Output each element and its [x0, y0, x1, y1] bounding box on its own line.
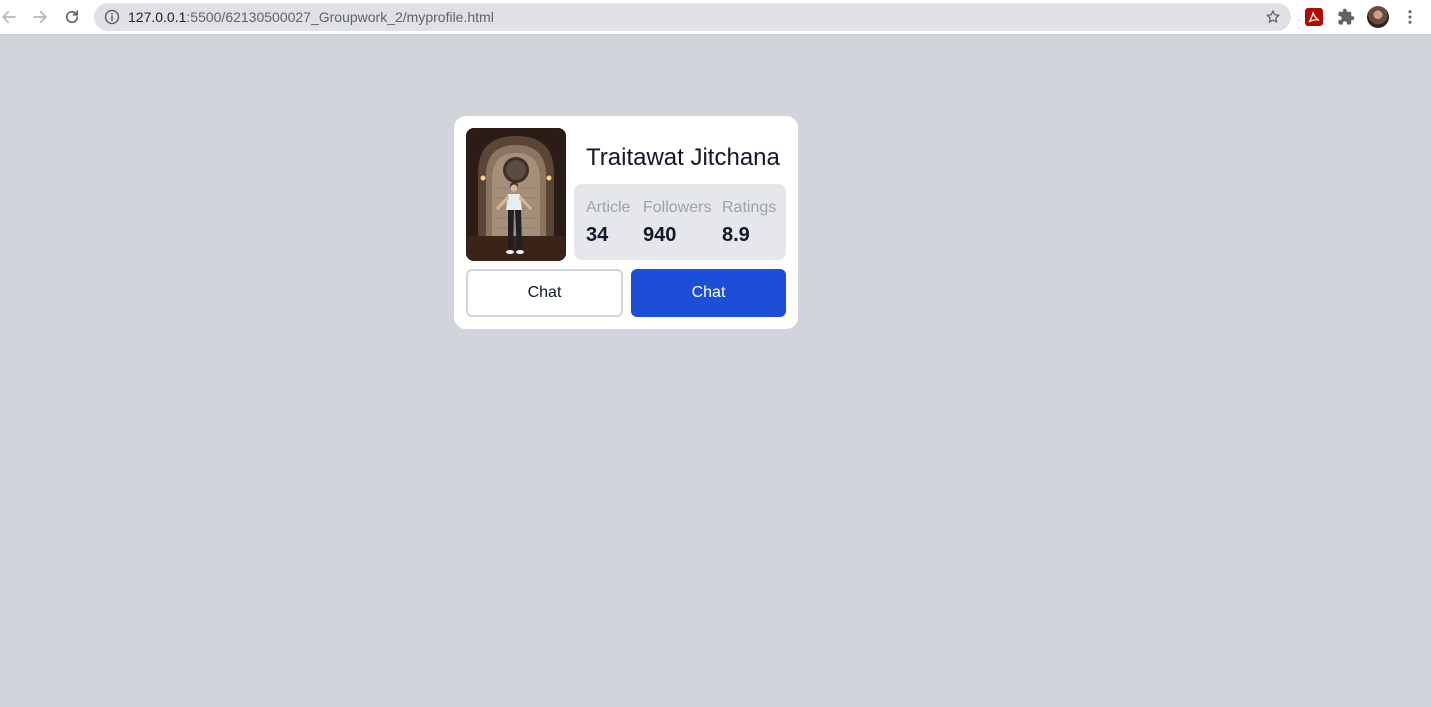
- stat-label: Followers: [643, 199, 712, 216]
- stat-value: 940: [643, 224, 677, 246]
- stat-value: 8.9: [722, 224, 750, 246]
- address-bar[interactable]: 127.0.0.1:5500/62130500027_Groupwork_2/m…: [94, 3, 1291, 31]
- url-path: :5500/62130500027_Groupwork_2/myprofile.…: [186, 9, 494, 25]
- stat-ratings: Ratings 8.9: [722, 198, 776, 247]
- url-host: 127.0.0.1: [128, 9, 187, 25]
- puzzle-icon: [1338, 8, 1355, 25]
- browser-toolbar: 127.0.0.1:5500/62130500027_Groupwork_2/m…: [0, 0, 1431, 35]
- arrow-left-icon: [2, 10, 16, 24]
- profile-stats: Article 34 Followers 940 Ratings 8.9: [574, 184, 786, 260]
- stat-value: 34: [586, 224, 609, 246]
- stat-article: Article 34: [586, 198, 630, 247]
- chat-button-primary[interactable]: Chat: [631, 269, 786, 317]
- pdf-extension-button[interactable]: [1305, 8, 1323, 26]
- kebab-menu-icon: [1408, 10, 1412, 24]
- extensions-button[interactable]: [1337, 8, 1355, 26]
- profile-name: Traitawat Jitchana: [586, 144, 780, 171]
- reload-icon: [65, 10, 79, 24]
- back-button[interactable]: [0, 5, 21, 29]
- profile-photo: [466, 128, 566, 261]
- info-icon[interactable]: [104, 9, 120, 25]
- forward-button[interactable]: [28, 5, 52, 29]
- profile-photo-image: [466, 128, 566, 261]
- stat-followers: Followers 940: [643, 198, 711, 247]
- stat-label: Ratings: [722, 199, 777, 216]
- chat-button-secondary[interactable]: Chat: [466, 269, 623, 317]
- url-text[interactable]: 127.0.0.1:5500/62130500027_Groupwork_2/m…: [128, 9, 494, 25]
- reload-button[interactable]: [60, 5, 84, 29]
- star-icon[interactable]: [1265, 9, 1281, 25]
- browser-menu-button[interactable]: [1401, 8, 1419, 26]
- profile-card: Traitawat Jitchana Article 34 Followers …: [454, 116, 798, 329]
- avatar[interactable]: [1367, 6, 1389, 28]
- stat-label: Article: [586, 199, 631, 216]
- pdf-icon: [1308, 11, 1320, 23]
- arrow-right-icon: [33, 10, 47, 24]
